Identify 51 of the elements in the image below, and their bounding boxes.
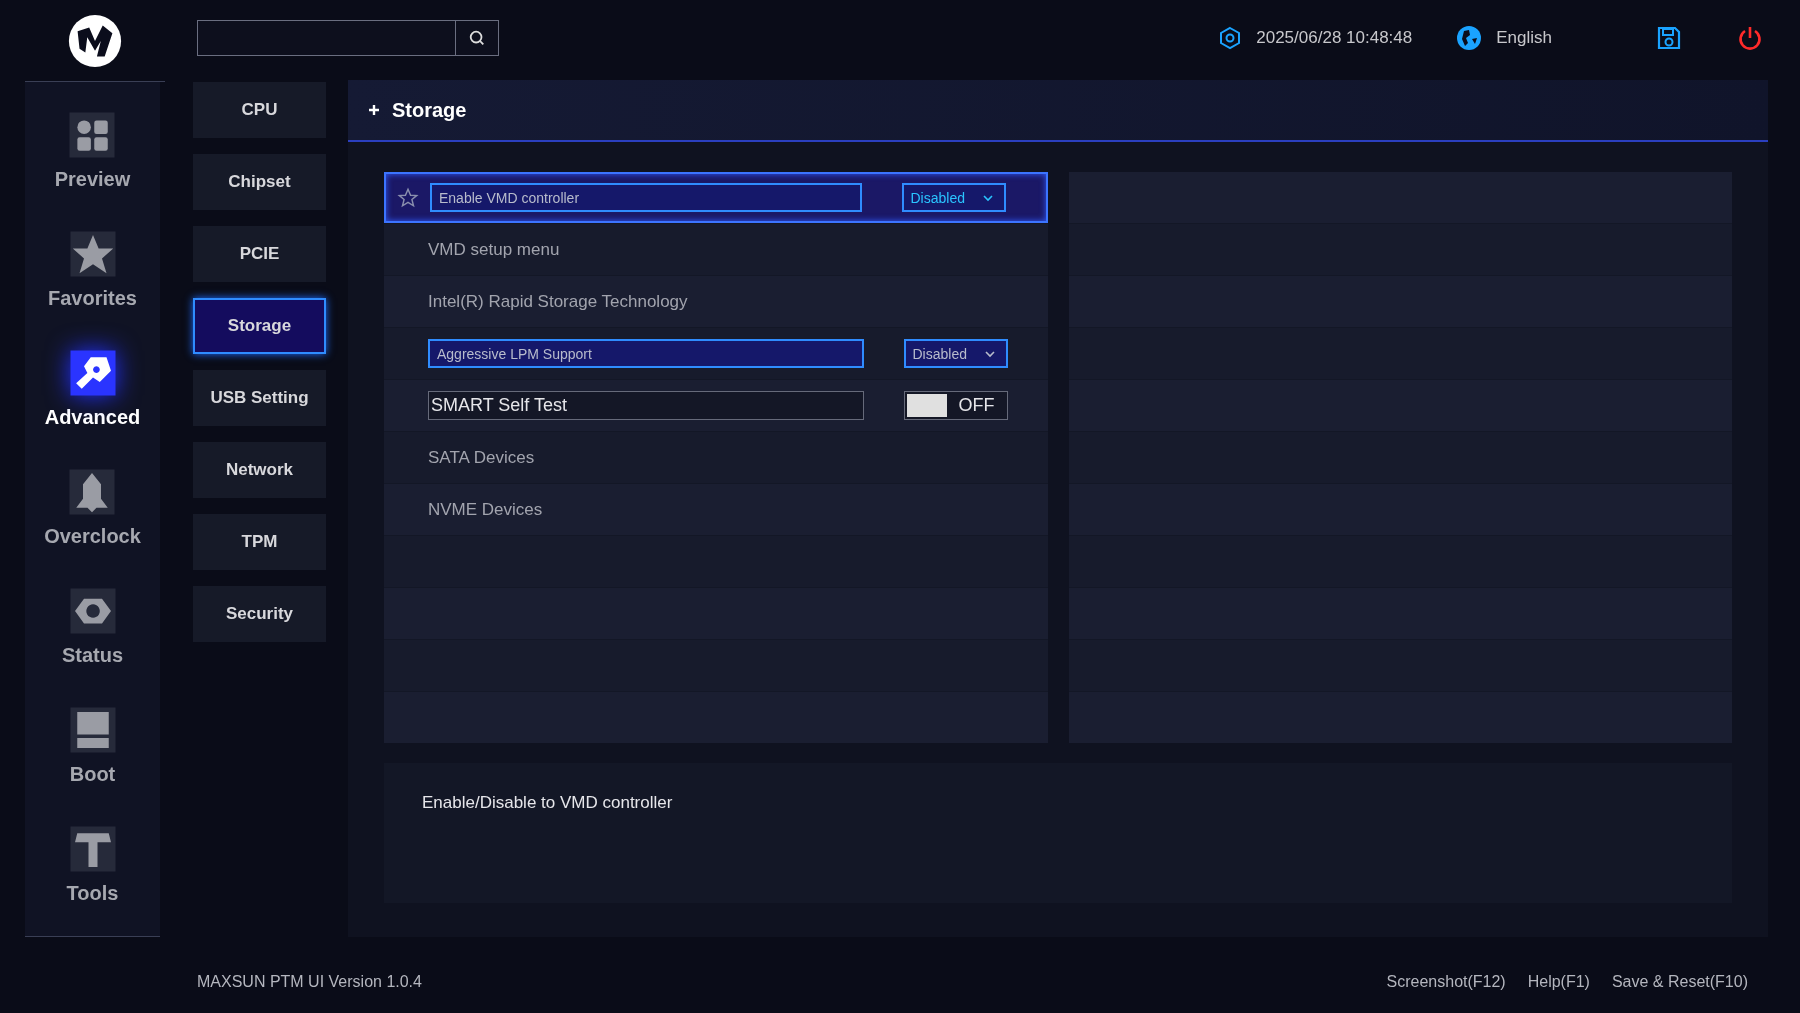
setting-label: Enable VMD controller <box>430 183 862 212</box>
setting-row[interactable]: Intel(R) Rapid Storage Technology <box>384 276 1048 327</box>
setting-row[interactable]: VMD setup menu <box>384 224 1048 275</box>
search-field[interactable] <box>197 20 499 56</box>
shortcut-link[interactable]: Save & Reset(F10) <box>1611 973 1748 991</box>
gear-icon <box>1218 26 1243 50</box>
version-text: MAXSUN PTM UI Version 1.0.4 <box>197 973 422 991</box>
chevron-down-icon <box>983 349 996 358</box>
panel-title: Storage <box>392 98 467 122</box>
submenu-tab[interactable]: CPU <box>193 82 326 138</box>
chevron-down-icon <box>981 193 994 202</box>
setting-label: VMD setup menu <box>428 239 561 260</box>
submenu-tab[interactable]: TPM <box>193 514 326 570</box>
submenu-tab[interactable]: PCIE <box>193 226 326 282</box>
plus-icon <box>368 104 380 116</box>
nav-item[interactable]: Overclock <box>44 465 141 548</box>
submenu-tab[interactable]: Chipset <box>193 154 326 210</box>
setting-row[interactable]: NVME Devices <box>384 484 1048 535</box>
star-icon[interactable] <box>397 186 419 209</box>
dropdown[interactable]: Disabled <box>903 339 1008 368</box>
setting-row[interactable]: SATA Devices <box>384 432 1048 483</box>
save-icon[interactable] <box>1656 25 1682 51</box>
submenu-tab[interactable]: Storage <box>193 298 326 354</box>
search-icon <box>468 29 486 47</box>
globe-icon[interactable] <box>1456 25 1483 51</box>
nav-item[interactable]: Status <box>61 584 124 667</box>
setting-label: Aggressive LPM Support <box>428 339 864 368</box>
help-text: Enable/Disable to VMD controller <box>422 793 673 812</box>
nav-item[interactable]: Tools <box>65 822 120 905</box>
nav-item[interactable]: Advanced <box>44 346 141 429</box>
submenu-tab[interactable]: Security <box>193 586 326 642</box>
date-time: 2025/06/28 10:48:48 <box>1256 28 1413 48</box>
setting-label: NVME Devices <box>428 499 544 520</box>
shortcut-link[interactable]: Screenshot(F12) <box>1386 973 1506 991</box>
setting-row[interactable]: Enable VMD controller Disabled <box>384 172 1048 223</box>
setting-label: SATA Devices <box>428 447 536 468</box>
language-selector[interactable]: English <box>1496 28 1552 48</box>
setting-row[interactable]: SMART Self Test OFF <box>384 380 1048 431</box>
toggle-switch[interactable]: OFF <box>903 391 1008 420</box>
power-icon[interactable] <box>1736 24 1764 52</box>
dropdown[interactable]: Disabled <box>901 183 1006 212</box>
setting-label: Intel(R) Rapid Storage Technology <box>428 291 689 312</box>
logo-icon <box>66 12 124 70</box>
submenu-tab[interactable]: Network <box>193 442 326 498</box>
nav-item[interactable]: Favorites <box>48 227 137 310</box>
setting-row[interactable]: Aggressive LPM Support Disabled <box>384 328 1048 379</box>
setting-label: SMART Self Test <box>428 391 864 420</box>
shortcut-link[interactable]: Help(F1) <box>1527 973 1590 991</box>
nav-item[interactable]: Boot <box>65 703 120 786</box>
nav-item[interactable]: Preview <box>54 108 131 191</box>
submenu-tab[interactable]: USB Setting <box>193 370 326 426</box>
